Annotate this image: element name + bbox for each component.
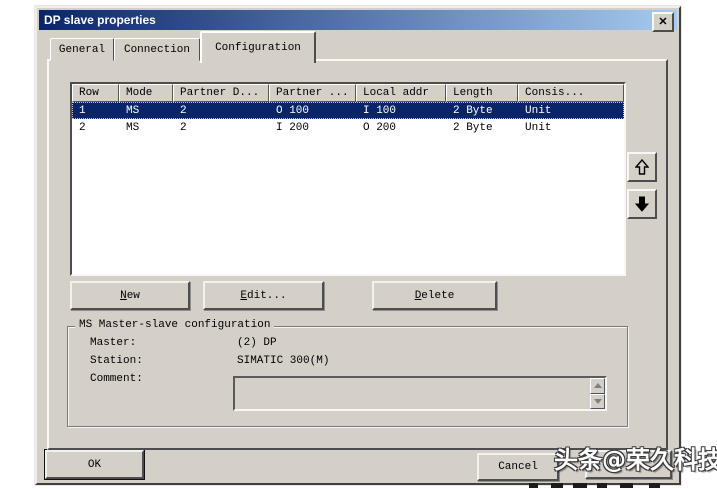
cell-row: 2 [72,119,119,136]
edit-button[interactable]: Edit... [203,281,324,310]
column-header-consistency[interactable]: Consis... [518,84,624,102]
new-button[interactable]: New [70,281,190,310]
ok-button[interactable]: OK [45,450,144,479]
delete-button-label-rest: elete [421,290,454,302]
group-title: MS Master-slave configuration [75,319,274,331]
cell-row: 1 [72,102,119,119]
ok-button-label: OK [88,459,101,471]
tab-connection-label: Connection [124,44,190,56]
cell-partner-addr: I 200 [269,119,356,136]
column-header-partner-dp[interactable]: Partner D... [173,84,269,102]
table-row[interactable]: 1 MS 2 O 100 I 100 2 Byte Unit [72,102,624,119]
cell-consistency: Unit [518,119,624,136]
window-title: DP slave properties [39,13,156,27]
scroll-down-button[interactable] [590,394,605,410]
station-label: Station: [90,355,143,367]
watermark-text: 头条@荣久科技 [554,445,717,476]
close-icon: ✕ [658,17,667,28]
cell-mode: MS [119,119,173,136]
master-label: Master: [90,337,136,349]
cell-partner-addr: O 100 [269,102,356,119]
close-button[interactable]: ✕ [652,12,674,32]
column-header-row[interactable]: Row [72,84,119,102]
comment-label: Comment: [90,373,143,385]
comment-field[interactable] [233,376,607,411]
cancel-button[interactable]: Cancel [477,453,559,481]
edit-button-label: E [240,290,247,302]
cell-consistency: Unit [518,102,624,119]
cell-mode: MS [119,102,173,119]
edit-button-label-rest: dit... [247,290,287,302]
background-artifact [551,483,563,488]
column-header-length[interactable]: Length [446,84,518,102]
master-value: (2) DP [237,337,277,349]
cell-partner-dp: 2 [173,102,269,119]
configuration-table: Row Mode Partner D... Partner ... Local … [70,82,626,276]
cell-partner-dp: 2 [173,119,269,136]
tab-configuration-label: Configuration [215,42,301,54]
scroll-up-icon [594,383,602,388]
down-arrow-icon [635,196,649,212]
column-header-partner[interactable]: Partner ... [269,84,356,102]
background-artifact [529,483,538,488]
background-artifact [573,483,587,488]
comment-scrollbar[interactable] [590,378,605,409]
cell-length: 2 Byte [446,102,518,119]
title-bar[interactable]: DP slave properties ✕ [39,10,677,30]
column-header-local-addr[interactable]: Local addr [356,84,446,102]
scroll-up-button[interactable] [590,378,605,394]
ms-master-slave-configuration-group: MS Master-slave configuration Master: (2… [67,326,628,427]
cell-length: 2 Byte [446,119,518,136]
tab-configuration[interactable]: Configuration [200,31,316,63]
background-artifact [597,483,607,488]
background-artifact [649,483,660,488]
cell-local-addr: O 200 [356,119,446,136]
scroll-down-icon [594,399,602,404]
configuration-tab-page: Row Mode Partner D... Partner ... Local … [47,59,668,450]
background-artifact [620,483,633,488]
move-row-down-button[interactable] [627,189,657,219]
table-header-row: Row Mode Partner D... Partner ... Local … [72,84,624,102]
new-button-label-rest: ew [127,290,140,302]
up-arrow-icon [635,159,649,175]
table-row[interactable]: 2 MS 2 I 200 O 200 2 Byte Unit [72,119,624,136]
tab-connection[interactable]: Connection [114,38,200,61]
cell-local-addr: I 100 [356,102,446,119]
dp-slave-properties-dialog: DP slave properties ✕ General Connection… [35,6,681,485]
new-button-label: N [120,290,127,302]
delete-button[interactable]: Delete [372,281,497,310]
station-value: SIMATIC 300(M) [237,355,329,367]
cancel-button-label: Cancel [498,461,538,473]
move-row-up-button[interactable] [627,152,657,182]
tab-general[interactable]: General [50,38,114,61]
column-header-mode[interactable]: Mode [119,84,173,102]
tab-general-label: General [59,44,105,56]
